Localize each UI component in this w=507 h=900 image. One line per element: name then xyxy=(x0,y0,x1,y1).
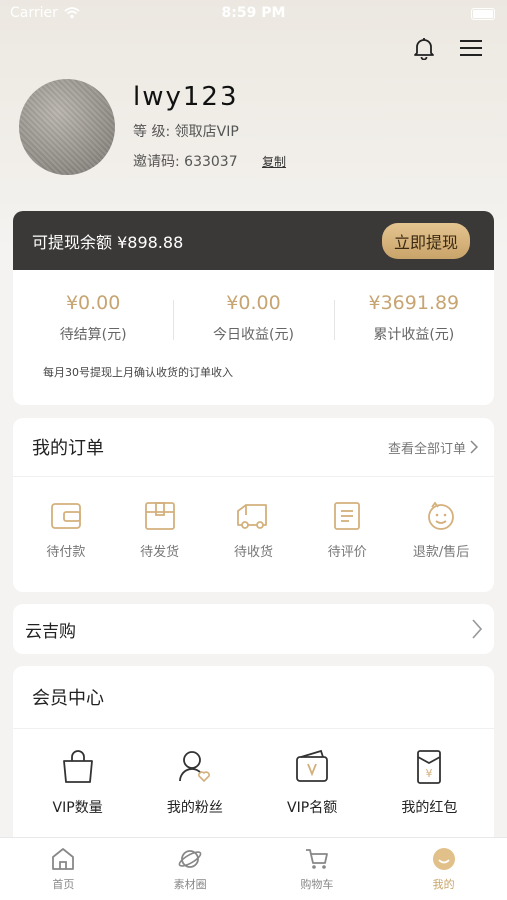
tab-label: 购物车 xyxy=(300,878,334,891)
tab-label: 我的 xyxy=(432,878,455,891)
red-packet-icon: ¥ xyxy=(417,750,442,784)
tab-home[interactable]: 首页 xyxy=(0,838,127,900)
withdraw-button[interactable]: 立即提现 xyxy=(381,222,470,259)
username: lwy123 xyxy=(133,82,239,112)
tab-label: 素材圈 xyxy=(173,878,207,891)
bag-icon xyxy=(62,750,93,783)
stat-value: ¥0.00 xyxy=(226,292,281,314)
chevron-right-icon xyxy=(472,619,482,639)
view-all-orders-link[interactable]: 查看全部订单 xyxy=(388,438,478,457)
planet-icon xyxy=(178,850,202,868)
stat-pending[interactable]: ¥0.00 待结算(元) xyxy=(13,292,173,344)
wallet-icon xyxy=(50,503,81,529)
member-level: 等 级: 领取店VIP xyxy=(133,124,239,140)
yunjigou-row[interactable]: 云吉购 xyxy=(13,604,494,654)
order-label: 退款/售后 xyxy=(412,545,470,560)
order-pending-shipment[interactable]: 待发货 xyxy=(120,501,200,560)
orders-header: 我的订单 查看全部订单 xyxy=(13,418,494,477)
member-center-card: 会员中心 VIP数量 我的粉丝 VIP名额 ¥ 我的红包 xyxy=(13,666,494,866)
smile-icon xyxy=(432,848,455,870)
battery-icon xyxy=(471,8,495,20)
my-red-packet[interactable]: ¥ 我的红包 xyxy=(379,749,479,817)
yunjigou-title: 云吉购 xyxy=(25,621,76,642)
menu-icon[interactable] xyxy=(459,38,483,58)
earnings-stats: ¥0.00 待结算(元) ¥0.00 今日收益(元) ¥3691.89 累计收益… xyxy=(13,292,494,344)
order-pending-payment[interactable]: 待付款 xyxy=(26,501,106,560)
top-actions xyxy=(413,36,483,60)
box-icon xyxy=(144,502,175,530)
avatar[interactable] xyxy=(19,79,115,175)
order-status-row: 待付款 待发货 待收货 待评价 退款/售后 xyxy=(13,477,494,560)
orders-title: 我的订单 xyxy=(32,438,104,459)
member-center-title: 会员中心 xyxy=(13,666,494,729)
my-fans[interactable]: 我的粉丝 xyxy=(145,749,245,817)
order-pending-review[interactable]: 待评价 xyxy=(307,501,387,560)
status-time: 8:59 PM xyxy=(221,5,286,21)
stat-value: ¥3691.89 xyxy=(368,292,460,314)
tab-cart[interactable]: 购物车 xyxy=(254,838,381,900)
tab-mine[interactable]: 我的 xyxy=(380,838,507,900)
copy-invite-button[interactable]: 复制 xyxy=(262,153,286,170)
stat-value: ¥0.00 xyxy=(65,292,121,314)
invite-code: 邀请码: 633037 xyxy=(133,154,238,170)
order-label: 待付款 xyxy=(46,545,86,560)
tab-materials[interactable]: 素材圈 xyxy=(127,838,254,900)
member-row: VIP数量 我的粉丝 VIP名额 ¥ 我的红包 xyxy=(13,729,494,817)
vip-card-icon xyxy=(296,749,329,782)
bell-icon[interactable] xyxy=(413,36,435,60)
refund-icon xyxy=(428,501,454,530)
withdraw-note: 每月30号提现上月确认收货的订单收入 xyxy=(43,366,233,379)
order-refund[interactable]: 退款/售后 xyxy=(401,501,481,560)
order-label: 待收货 xyxy=(233,545,273,560)
member-item-label: 我的红包 xyxy=(401,800,458,816)
cart-icon xyxy=(305,849,328,869)
truck-icon xyxy=(237,504,268,529)
view-all-label: 查看全部订单 xyxy=(387,441,466,457)
order-pending-receipt[interactable]: 待收货 xyxy=(213,501,293,560)
status-bar: Carrier 8:59 PM xyxy=(0,0,507,28)
tab-label: 首页 xyxy=(52,878,75,891)
stat-label: 待结算(元) xyxy=(59,327,127,343)
tab-bar: 首页 素材圈 购物车 我的 xyxy=(0,837,507,900)
withdrawable-balance: 可提现余额 ¥898.88 xyxy=(32,232,184,252)
member-item-label: 我的粉丝 xyxy=(166,800,223,816)
stat-label: 今日收益(元) xyxy=(213,327,294,343)
member-item-label: VIP名额 xyxy=(287,800,338,816)
stat-label: 累计收益(元) xyxy=(373,327,455,343)
order-label: 待发货 xyxy=(140,545,180,560)
review-icon xyxy=(334,502,361,530)
stat-total[interactable]: ¥3691.89 累计收益(元) xyxy=(333,292,494,344)
svg-text:¥: ¥ xyxy=(426,767,433,780)
home-icon xyxy=(52,848,75,870)
vip-quota[interactable]: VIP名额 xyxy=(262,749,362,817)
fans-icon xyxy=(178,751,210,783)
withdraw-bar: 可提现余额 ¥898.88 立即提现 xyxy=(13,211,494,270)
orders-card: 我的订单 查看全部订单 待付款 待发货 待收货 待评价 退款/售后 xyxy=(13,418,494,592)
chevron-right-icon xyxy=(470,440,478,454)
order-label: 待评价 xyxy=(327,545,367,560)
wallet-card: 可提现余额 ¥898.88 立即提现 ¥0.00 待结算(元) ¥0.00 今日… xyxy=(13,211,494,405)
member-item-label: VIP数量 xyxy=(52,800,103,816)
vip-count[interactable]: VIP数量 xyxy=(28,749,128,817)
stat-today[interactable]: ¥0.00 今日收益(元) xyxy=(173,292,333,344)
